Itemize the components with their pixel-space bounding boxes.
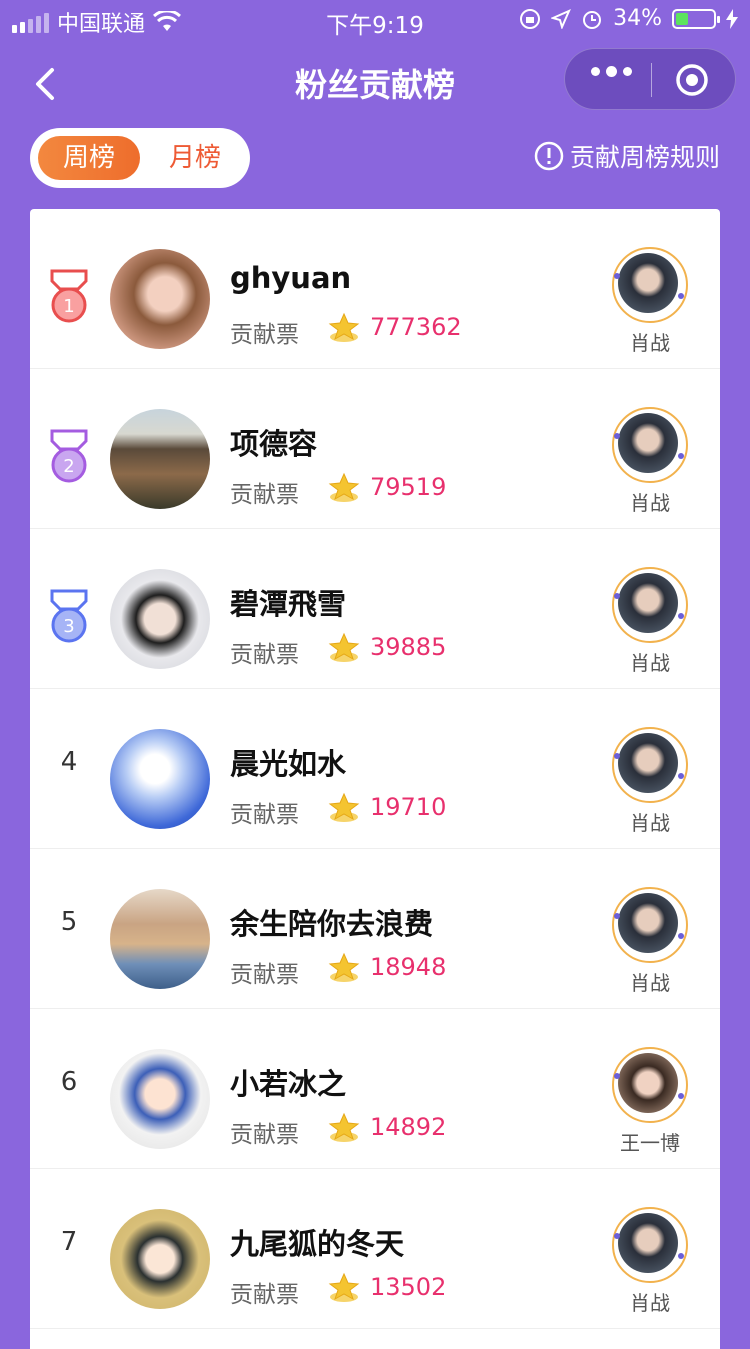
idol-avatar[interactable] xyxy=(612,1047,688,1123)
status-bar: 中国联通 下午9:19 34% xyxy=(0,0,750,40)
rank-number: 5 xyxy=(60,907,78,937)
navigation-bar: 粉丝贡献榜 xyxy=(0,44,750,124)
avatar[interactable] xyxy=(110,409,210,509)
star-icon xyxy=(328,1112,360,1142)
alarm-icon xyxy=(583,10,602,29)
idol-name: 王一博 xyxy=(620,1131,680,1155)
vote-label: 贡献票 xyxy=(230,802,299,828)
vote-label: 贡献票 xyxy=(230,642,299,668)
idol-name: 肖战 xyxy=(630,1291,670,1315)
list-item[interactable]: 1 ghyuan 贡献票 777362 肖战 xyxy=(30,209,720,369)
location-icon xyxy=(551,8,572,29)
vote-count: 39885 xyxy=(370,633,447,661)
list-item[interactable]: 7 九尾狐的冬天 贡献票 13502 肖战 xyxy=(30,1169,720,1329)
idol-name: 肖战 xyxy=(630,491,670,515)
tab-monthly[interactable]: 月榜 xyxy=(148,136,242,180)
avatar[interactable] xyxy=(110,1049,210,1149)
vote-count: 19710 xyxy=(370,793,447,821)
vote-count: 14892 xyxy=(370,1113,447,1141)
vote-count: 79519 xyxy=(370,473,447,501)
star-icon xyxy=(328,952,360,982)
vote-label: 贡献票 xyxy=(230,1282,299,1308)
avatar[interactable] xyxy=(110,889,210,989)
close-target-icon[interactable] xyxy=(675,63,709,97)
vote-count: 13502 xyxy=(370,1273,447,1301)
idol-avatar[interactable] xyxy=(612,407,688,483)
svg-text:1: 1 xyxy=(63,296,74,317)
battery-percent: 34% xyxy=(613,6,662,31)
user-name: ghyuan xyxy=(230,261,352,295)
idol-avatar[interactable] xyxy=(612,1207,688,1283)
avatar[interactable] xyxy=(110,1209,210,1309)
user-name: 项德容 xyxy=(230,427,318,461)
idol-avatar[interactable] xyxy=(612,727,688,803)
idol-avatar[interactable] xyxy=(612,247,688,323)
rank-number: 4 xyxy=(60,747,78,777)
star-icon xyxy=(328,472,360,502)
vote-label: 贡献票 xyxy=(230,1122,299,1148)
idol-name: 肖战 xyxy=(630,651,670,675)
user-name: 碧潭飛雪 xyxy=(230,587,347,621)
idol-name: 肖战 xyxy=(630,331,670,355)
vote-count: 777362 xyxy=(370,313,462,341)
list-item[interactable]: 5 余生陪你去浪费 贡献票 18948 肖战 xyxy=(30,849,720,1009)
user-name: 九尾狐的冬天 xyxy=(230,1227,405,1261)
silver-medal-icon: 2 xyxy=(50,429,88,483)
gold-medal-icon: 1 xyxy=(50,269,88,323)
miniprogram-capsule xyxy=(564,48,736,110)
info-icon xyxy=(534,141,564,171)
avatar[interactable] xyxy=(110,569,210,669)
list-item[interactable]: 2 项德容 贡献票 79519 肖战 xyxy=(30,369,720,529)
vote-count: 18948 xyxy=(370,953,447,981)
user-name: 晨光如水 xyxy=(230,747,347,781)
battery-icon xyxy=(672,8,720,29)
idol-name: 肖战 xyxy=(630,971,670,995)
rotation-lock-icon xyxy=(520,8,541,29)
avatar[interactable] xyxy=(110,729,210,829)
list-item[interactable]: 6 小若冰之 贡献票 14892 王一博 xyxy=(30,1009,720,1169)
tab-weekly[interactable]: 周榜 xyxy=(38,136,140,180)
star-icon xyxy=(328,312,360,342)
ranking-list: 1 ghyuan 贡献票 777362 肖战 2 项德容 贡献票 79519 肖… xyxy=(30,209,720,1349)
user-name: 余生陪你去浪费 xyxy=(230,907,434,941)
vote-label: 贡献票 xyxy=(230,482,299,508)
avatar[interactable] xyxy=(110,249,210,349)
capsule-divider xyxy=(651,63,652,97)
rules-label: 贡献周榜规则 xyxy=(569,143,720,172)
star-icon xyxy=(328,632,360,662)
idol-avatar[interactable] xyxy=(612,567,688,643)
star-icon xyxy=(328,1272,360,1302)
rank-number: 6 xyxy=(60,1067,78,1097)
idol-avatar[interactable] xyxy=(612,887,688,963)
svg-text:2: 2 xyxy=(63,456,74,477)
idol-name: 肖战 xyxy=(630,811,670,835)
vote-label: 贡献票 xyxy=(230,962,299,988)
user-name: 小若冰之 xyxy=(230,1067,347,1101)
list-item[interactable]: 3 碧潭飛雪 贡献票 39885 肖战 xyxy=(30,529,720,689)
vote-label: 贡献票 xyxy=(230,322,299,348)
rules-link[interactable]: 贡献周榜规则 xyxy=(534,138,720,174)
more-icon[interactable] xyxy=(591,66,632,77)
bronze-medal-icon: 3 xyxy=(50,589,88,643)
charging-icon xyxy=(726,8,738,29)
period-tabs: 周榜 月榜 xyxy=(30,128,250,188)
star-icon xyxy=(328,792,360,822)
list-item[interactable]: 4 晨光如水 贡献票 19710 肖战 xyxy=(30,689,720,849)
svg-text:3: 3 xyxy=(63,616,74,637)
rank-number: 7 xyxy=(60,1227,78,1257)
